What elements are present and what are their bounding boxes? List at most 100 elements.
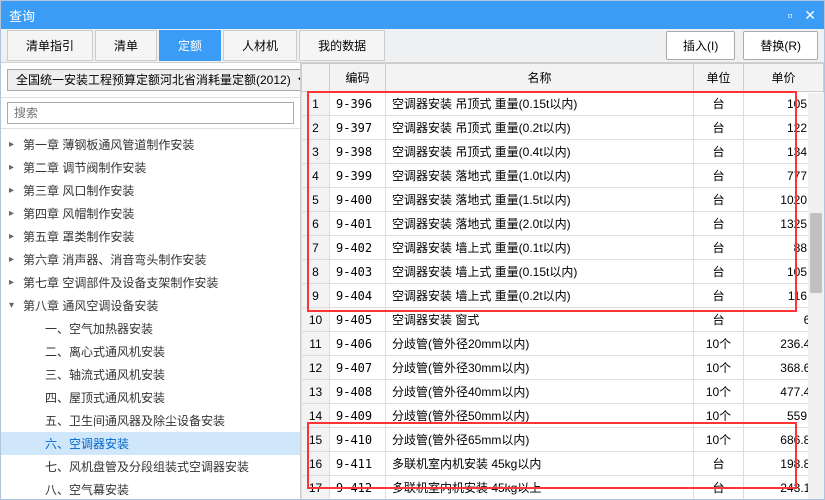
table-row[interactable]: 169-411多联机室内机安装 45kg以内台198.84	[302, 452, 824, 476]
quota-grid[interactable]: 编码名称单位单价19-396空调器安装 吊顶式 重量(0.15t以内)台105.…	[301, 63, 824, 499]
cell-name[interactable]: 空调器安装 落地式 重量(1.0t以内)	[386, 164, 694, 188]
tab-0[interactable]: 清单指引	[7, 30, 93, 61]
table-row[interactable]: 179-412多联机室内机安装 45kg以上台243.17	[302, 476, 824, 500]
tree-item[interactable]: ▸第一章 薄钢板通风管道制作安装	[1, 133, 300, 156]
cell-code[interactable]: 9-407	[330, 356, 386, 380]
table-row[interactable]: 69-401空调器安装 落地式 重量(2.0t以内)台1325.1	[302, 212, 824, 236]
expand-icon[interactable]: ▸	[9, 277, 19, 288]
cell-name[interactable]: 多联机室内机安装 45kg以上	[386, 476, 694, 500]
replace-button[interactable]: 替换(R)	[743, 31, 818, 60]
tab-3[interactable]: 人材机	[223, 30, 297, 61]
cell-unit[interactable]: 台	[694, 116, 744, 140]
cell-code[interactable]: 9-404	[330, 284, 386, 308]
cell-code[interactable]: 9-411	[330, 452, 386, 476]
tree-item[interactable]: ▸第六章 消声器、消音弯头制作安装	[1, 248, 300, 271]
cell-code[interactable]: 9-396	[330, 92, 386, 116]
cell-name[interactable]: 空调器安装 墙上式 重量(0.1t以内)	[386, 236, 694, 260]
expand-icon[interactable]: ▸	[9, 139, 19, 150]
cell-code[interactable]: 9-398	[330, 140, 386, 164]
tree-item[interactable]: ▸第四章 风帽制作安装	[1, 202, 300, 225]
cell-code[interactable]: 9-400	[330, 188, 386, 212]
cell-name[interactable]: 分歧管(管外径20mm以内)	[386, 332, 694, 356]
table-row[interactable]: 49-399空调器安装 落地式 重量(1.0t以内)台777.9	[302, 164, 824, 188]
close-button[interactable]: ✕	[804, 7, 816, 24]
cell-unit[interactable]: 台	[694, 140, 744, 164]
tree-item[interactable]: 六、空调器安装	[1, 432, 300, 455]
cell-code[interactable]: 9-403	[330, 260, 386, 284]
cell-unit[interactable]: 台	[694, 452, 744, 476]
cell-name[interactable]: 空调器安装 吊顶式 重量(0.4t以内)	[386, 140, 694, 164]
cell-code[interactable]: 9-410	[330, 428, 386, 452]
tab-4[interactable]: 我的数据	[299, 30, 385, 61]
cell-unit[interactable]: 10个	[694, 404, 744, 428]
grid-header[interactable]	[302, 64, 330, 92]
cell-name[interactable]: 空调器安装 窗式	[386, 308, 694, 332]
cell-unit[interactable]: 10个	[694, 428, 744, 452]
cell-name[interactable]: 空调器安装 墙上式 重量(0.15t以内)	[386, 260, 694, 284]
tree-item[interactable]: ▸第二章 调节阀制作安装	[1, 156, 300, 179]
grid-header[interactable]: 单价	[744, 64, 824, 92]
expand-icon[interactable]: ▸	[9, 185, 19, 196]
cell-code[interactable]: 9-402	[330, 236, 386, 260]
cell-unit[interactable]: 10个	[694, 332, 744, 356]
chapter-tree[interactable]: ▸第一章 薄钢板通风管道制作安装▸第二章 调节阀制作安装▸第三章 风口制作安装▸…	[1, 129, 300, 499]
tree-item[interactable]: ▾第八章 通风空调设备安装	[1, 294, 300, 317]
cell-name[interactable]: 空调器安装 落地式 重量(1.5t以内)	[386, 188, 694, 212]
cell-unit[interactable]: 台	[694, 212, 744, 236]
cell-unit[interactable]: 台	[694, 308, 744, 332]
expand-icon[interactable]: ▸	[9, 208, 19, 219]
expand-icon[interactable]: ▸	[9, 231, 19, 242]
collapse-icon[interactable]: ▾	[9, 300, 19, 311]
table-row[interactable]: 129-407分歧管(管外径30mm以内)10个368.65	[302, 356, 824, 380]
cell-code[interactable]: 9-412	[330, 476, 386, 500]
cell-code[interactable]: 9-405	[330, 308, 386, 332]
cell-code[interactable]: 9-399	[330, 164, 386, 188]
table-row[interactable]: 29-397空调器安装 吊顶式 重量(0.2t以内)台122.7	[302, 116, 824, 140]
tree-item[interactable]: 三、轴流式通风机安装	[1, 363, 300, 386]
tab-1[interactable]: 清单	[95, 30, 157, 61]
scrollbar-thumb[interactable]	[810, 213, 822, 293]
expand-icon[interactable]: ▸	[9, 162, 19, 173]
tree-item[interactable]: ▸第五章 罩类制作安装	[1, 225, 300, 248]
cell-name[interactable]: 空调器安装 落地式 重量(2.0t以内)	[386, 212, 694, 236]
minimize-button[interactable]: ▫	[787, 7, 792, 24]
tree-item[interactable]: 一、空气加热器安装	[1, 317, 300, 340]
cell-name[interactable]: 分歧管(管外径40mm以内)	[386, 380, 694, 404]
cell-code[interactable]: 9-408	[330, 380, 386, 404]
tree-item[interactable]: ▸第三章 风口制作安装	[1, 179, 300, 202]
table-row[interactable]: 159-410分歧管(管外径65mm以内)10个686.89	[302, 428, 824, 452]
quota-select[interactable]: 全国统一安装工程预算定额河北省消耗量定额(2012)	[7, 69, 301, 91]
table-row[interactable]: 99-404空调器安装 墙上式 重量(0.2t以内)台116.7	[302, 284, 824, 308]
tree-item[interactable]: 八、空气幕安装	[1, 478, 300, 499]
cell-name[interactable]: 分歧管(管外径30mm以内)	[386, 356, 694, 380]
cell-unit[interactable]: 10个	[694, 380, 744, 404]
table-row[interactable]: 119-406分歧管(管外径20mm以内)10个236.41	[302, 332, 824, 356]
insert-button[interactable]: 插入(I)	[666, 31, 735, 60]
cell-code[interactable]: 9-397	[330, 116, 386, 140]
tree-item[interactable]: 五、卫生间通风器及除尘设备安装	[1, 409, 300, 432]
cell-name[interactable]: 多联机室内机安装 45kg以内	[386, 452, 694, 476]
grid-header[interactable]: 名称	[386, 64, 694, 92]
cell-code[interactable]: 9-409	[330, 404, 386, 428]
cell-name[interactable]: 空调器安装 吊顶式 重量(0.15t以内)	[386, 92, 694, 116]
grid-header[interactable]: 编码	[330, 64, 386, 92]
tree-item[interactable]: 二、离心式通风机安装	[1, 340, 300, 363]
tree-item[interactable]: 七、风机盘管及分段组装式空调器安装	[1, 455, 300, 478]
table-row[interactable]: 89-403空调器安装 墙上式 重量(0.15t以内)台105.3	[302, 260, 824, 284]
table-row[interactable]: 149-409分歧管(管外径50mm以内)10个559.6	[302, 404, 824, 428]
tree-item[interactable]: 四、屋顶式通风机安装	[1, 386, 300, 409]
cell-unit[interactable]: 台	[694, 260, 744, 284]
table-row[interactable]: 59-400空调器安装 落地式 重量(1.5t以内)台1020.3	[302, 188, 824, 212]
expand-icon[interactable]: ▸	[9, 254, 19, 265]
cell-unit[interactable]: 台	[694, 236, 744, 260]
table-row[interactable]: 139-408分歧管(管外径40mm以内)10个477.45	[302, 380, 824, 404]
cell-unit[interactable]: 台	[694, 92, 744, 116]
tree-item[interactable]: ▸第七章 空调部件及设备支架制作安装	[1, 271, 300, 294]
cell-unit[interactable]: 台	[694, 476, 744, 500]
table-row[interactable]: 79-402空调器安装 墙上式 重量(0.1t以内)台88.5	[302, 236, 824, 260]
cell-code[interactable]: 9-406	[330, 332, 386, 356]
grid-header[interactable]: 单位	[694, 64, 744, 92]
table-row[interactable]: 39-398空调器安装 吊顶式 重量(0.4t以内)台134.1	[302, 140, 824, 164]
search-input[interactable]	[7, 102, 294, 124]
table-row[interactable]: 19-396空调器安装 吊顶式 重量(0.15t以内)台105.3	[302, 92, 824, 116]
